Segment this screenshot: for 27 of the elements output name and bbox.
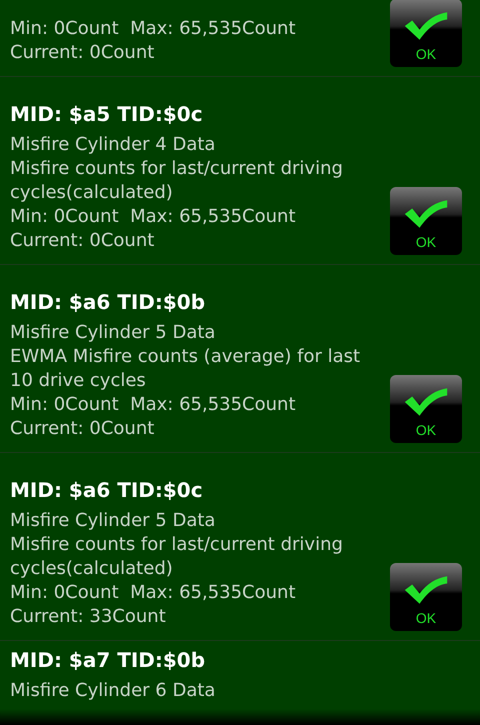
test-detail-text: Misfire counts for last/current driving cycles(calculated) xyxy=(10,157,344,205)
test-detail-text: Current: 0Count xyxy=(10,41,156,65)
checkmark-icon xyxy=(403,386,449,418)
test-id-title: MID: $a6 TID:$0c xyxy=(10,477,204,503)
test-detail-text: Current: 33Count xyxy=(10,605,167,629)
test-detail-text: Misfire Cylinder 5 Data xyxy=(10,509,216,533)
test-detail-text: Misfire Cylinder 5 Data xyxy=(10,321,216,345)
test-detail-text: Min: 0Count Max: 65,535Count xyxy=(10,205,297,229)
test-id-title: MID: $a7 TID:$0b xyxy=(10,647,206,673)
test-detail-text: Misfire counts for last/current driving cycles(calculated) xyxy=(10,533,344,581)
test-detail-text: Min: 0Count Max: 65,535Count xyxy=(10,581,297,605)
checkmark-icon xyxy=(403,198,449,230)
status-label: OK xyxy=(416,46,436,62)
test-detail-text: EWMA Misfire counts (average) for last 10 drive cycles xyxy=(10,345,362,393)
test-detail-text: Current: 0Count xyxy=(10,417,156,441)
test-detail-text: Min: 0Count Max: 65,535Count xyxy=(10,17,297,41)
status-label: OK xyxy=(416,234,436,250)
status-label: OK xyxy=(416,422,436,438)
checkmark-icon xyxy=(403,10,449,42)
test-detail-text: Misfire Cylinder 6 Data xyxy=(10,679,216,703)
checkmark-icon xyxy=(403,574,449,606)
test-detail-text: Min: 0Count Max: 65,535Count xyxy=(10,393,297,417)
test-id-title: MID: $a6 TID:$0b xyxy=(10,289,206,315)
test-detail-text: Misfire Cylinder 4 Data xyxy=(10,133,216,157)
status-label: OK xyxy=(416,610,436,626)
test-detail-text: Current: 0Count xyxy=(10,229,156,253)
test-id-title: MID: $a5 TID:$0c xyxy=(10,101,204,127)
